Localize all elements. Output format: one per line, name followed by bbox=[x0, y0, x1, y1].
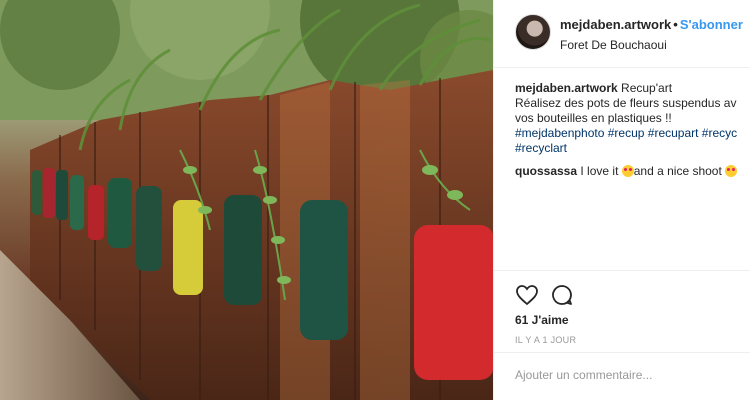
caption-title: Recup'art bbox=[621, 81, 673, 95]
post-photo[interactable] bbox=[0, 0, 493, 400]
caption-line-2: Réalisez des pots de fleurs suspendus av bbox=[515, 96, 737, 110]
caption-hashtags-1[interactable]: #mejdabenphoto #recup #recupart #recyc bbox=[515, 126, 750, 141]
likes-count[interactable]: 61 J'aime bbox=[515, 313, 569, 327]
post-header: mejdaben.artwork • S'abonner Foret De Bouc… bbox=[494, 0, 750, 68]
add-comment-bar bbox=[494, 352, 750, 400]
comment-input[interactable] bbox=[515, 368, 735, 382]
heart-eyes-emoji-icon bbox=[621, 165, 634, 177]
caption-line-1: mejdaben.artwork Recup'art bbox=[515, 81, 750, 96]
post-side-panel: mejdaben.artwork • S'abonner Foret De Bouc… bbox=[493, 0, 750, 400]
caption-line-3: vos bouteilles en plastiques !! bbox=[515, 111, 672, 125]
caption-hashtags-2[interactable]: #recyclart bbox=[515, 141, 750, 156]
comment-text-end: and a nice shoot bbox=[633, 164, 726, 178]
comments-list: mejdaben.artwork Recup'art Réalisez des … bbox=[515, 81, 750, 179]
photo-illustration bbox=[0, 0, 493, 400]
location-link[interactable]: Foret De Bouchaoui bbox=[560, 38, 667, 52]
follow-button[interactable]: S'abonner bbox=[680, 17, 743, 32]
post-timestamp: IL Y A 1 JOUR bbox=[515, 335, 577, 345]
avatar[interactable] bbox=[515, 14, 551, 50]
comment-bubble-icon[interactable] bbox=[550, 283, 574, 307]
post-author: mejdaben.artwork • S'abonner bbox=[560, 17, 743, 32]
author-username[interactable]: mejdaben.artwork bbox=[560, 17, 671, 32]
comment-username[interactable]: quossassa bbox=[515, 164, 577, 178]
heart-icon[interactable] bbox=[515, 283, 539, 307]
caption-username[interactable]: mejdaben.artwork bbox=[515, 81, 618, 95]
wink-emoji-icon bbox=[725, 165, 738, 177]
comment-item: quossassa I love it and a nice shoot bbox=[515, 164, 750, 179]
separator-dot: • bbox=[673, 17, 678, 32]
comment-text-start: I love it bbox=[580, 164, 622, 178]
